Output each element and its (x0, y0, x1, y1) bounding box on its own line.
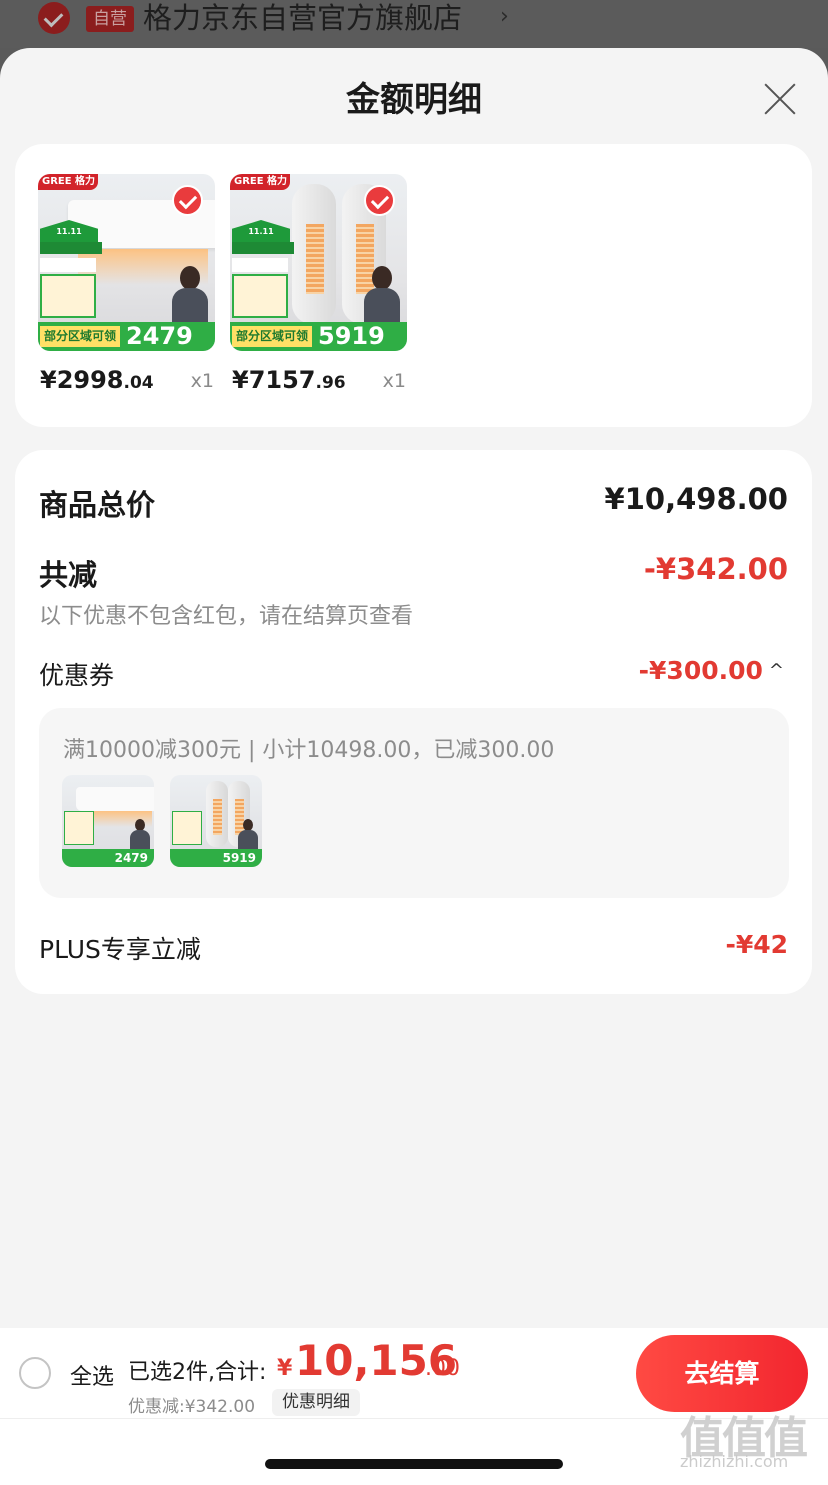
chevron-right-icon: › (500, 4, 509, 29)
amount-detail-sheet: 金额明细 GREE 格力 11.11 部分区域可领 2479 ¥2998.04 … (0, 48, 828, 1485)
promo-box (40, 274, 96, 318)
store-check-icon (38, 2, 70, 34)
coupon-product-thumb: 2479 (62, 775, 154, 867)
home-indicator (265, 1459, 563, 1469)
mini-promo-price: 2479 (62, 849, 154, 867)
watermark-url: zhizhizhi.com (680, 1452, 789, 1471)
list-price-tag (40, 258, 96, 272)
coupon-description: 满10000减300元 | 小计10498.00，已减300.00 (63, 738, 555, 763)
product-item[interactable]: GREE 格力 11.11 部分区域可领 5919 ¥7157.96 x1 (230, 174, 408, 394)
promo-box (232, 274, 288, 318)
mini-promo-price: 5919 (170, 849, 262, 867)
close-icon[interactable] (760, 78, 800, 118)
product-item[interactable]: GREE 格力 11.11 部分区域可领 2479 ¥2998.04 x1 (38, 174, 216, 394)
promo-price: 5919 (318, 322, 385, 350)
total-reduction-label: 共减 (39, 558, 98, 592)
product-image: GREE 格力 11.11 部分区域可领 5919 (230, 174, 407, 351)
gree-logo: GREE 格力 (230, 174, 290, 190)
total-price-value: ¥10,498.00 (604, 482, 788, 516)
store-header: 自营 格力京东自营官方旗舰店 › (0, 0, 828, 48)
tower-ac-unit (292, 184, 336, 324)
plus-discount-value: -¥42 (725, 930, 788, 959)
product-price: ¥7157.96 (232, 366, 346, 394)
total-reduction-value: -¥342.00 (643, 552, 788, 586)
reduction-note: 以下优惠不包含红包，请在结算页查看 (39, 604, 414, 629)
selected-check-icon[interactable] (172, 185, 203, 216)
products-card: GREE 格力 11.11 部分区域可领 2479 ¥2998.04 x1 GR… (15, 144, 812, 427)
promo-pre-label: 部分区域可领 (232, 326, 312, 347)
promo-pre-label: 部分区域可领 (40, 326, 120, 347)
coupon-value: -¥300.00 (638, 656, 763, 685)
total-price-label: 商品总价 (39, 488, 156, 522)
plus-discount-label: PLUS专享立减 (39, 935, 201, 964)
promo-strip: 部分区域可领 2479 (38, 322, 215, 351)
grand-total-cents: .00 (425, 1356, 460, 1381)
product-quantity: x1 (190, 370, 214, 392)
jd-appliance-band (232, 242, 294, 254)
sheet-title: 金额明细 (346, 80, 482, 120)
selected-count: 已选2件,合计: (128, 1360, 267, 1385)
coupon-detail-box: 满10000减300元 | 小计10498.00，已减300.00 2479 5… (39, 708, 789, 898)
checkout-button[interactable]: 去结算 (636, 1335, 808, 1412)
discount-summary: 优惠减:¥342.00 (128, 1397, 256, 1417)
chevron-up-icon: ^ (768, 660, 784, 681)
jd-appliance-band (40, 242, 102, 254)
promo-price: 2479 (126, 322, 193, 350)
self-operated-badge: 自营 (86, 6, 134, 32)
select-all-radio[interactable] (19, 1357, 51, 1389)
store-name: 格力京东自营官方旗舰店 (143, 1, 463, 35)
total-currency: ¥ (277, 1356, 293, 1381)
spokesperson-image (362, 266, 402, 328)
checkout-bar: 全选 已选2件,合计: ¥ 10,156 .00 优惠减:¥342.00 优惠明… (0, 1328, 828, 1485)
coupon-label: 优惠券 (39, 661, 115, 690)
site-watermark: 值值值 zhizhizhi.com (676, 1402, 826, 1482)
gree-logo: GREE 格力 (38, 174, 98, 190)
jd-house-badge: 11.11 (232, 220, 290, 242)
spokesperson-image (170, 266, 210, 328)
coupon-product-thumb: 5919 (170, 775, 262, 867)
promo-strip: 部分区域可领 5919 (230, 322, 407, 351)
product-image: GREE 格力 11.11 部分区域可领 2479 (38, 174, 215, 351)
price-details-card: 商品总价 ¥10,498.00 共减 -¥342.00 以下优惠不包含红包，请在… (15, 450, 812, 994)
selected-check-icon[interactable] (364, 185, 395, 216)
select-all-label[interactable]: 全选 (70, 1359, 114, 1391)
product-price: ¥2998.04 (40, 366, 154, 394)
list-price-tag (232, 258, 288, 272)
discount-detail-button[interactable]: 优惠明细 (272, 1389, 360, 1416)
coupon-toggle[interactable]: -¥300.00 ^ (639, 656, 784, 685)
product-quantity: x1 (382, 370, 406, 392)
